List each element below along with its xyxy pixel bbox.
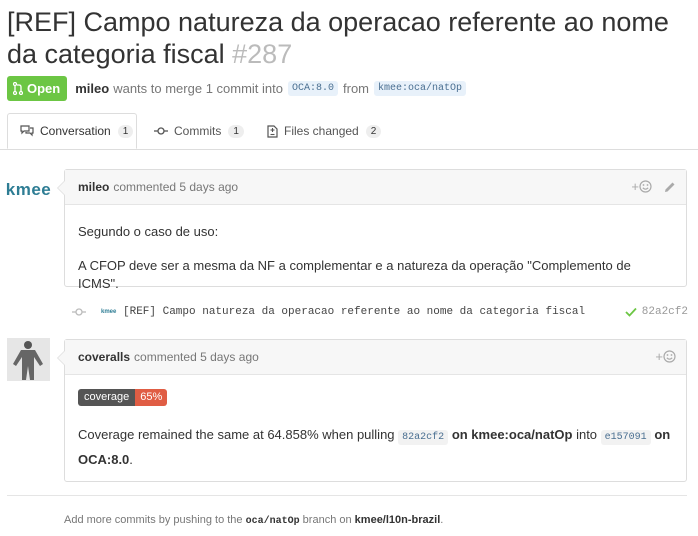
merge-text: wants to merge 1 commit into	[113, 80, 283, 96]
comment-paragraph: A CFOP deve ser a mesma da NF a compleme…	[78, 258, 631, 291]
tab-conversation-label: Conversation	[40, 124, 111, 138]
timeline-divider	[7, 495, 687, 496]
tab-commits-count: 1	[228, 124, 244, 138]
comment-body: Segundo o caso de uso: A CFOP deve ser a…	[65, 223, 686, 293]
comment-card: coveralls commented 5 days ago + coverag…	[57, 339, 687, 482]
file-diff-icon	[267, 124, 278, 138]
comment-actions: +	[631, 179, 676, 194]
tab-files-changed[interactable]: Files changed 2	[267, 113, 382, 149]
tab-commits-label: Commits	[174, 124, 222, 138]
pr-author-link[interactable]: mileo	[75, 81, 109, 96]
pr-tabs: Conversation 1 Commits 1 Files changed 2	[0, 113, 698, 150]
state-badge: Open	[7, 75, 68, 101]
commit-author-avatar[interactable]: kmee	[101, 309, 117, 315]
from-text: from	[343, 80, 370, 96]
pr-meta: Open mileo wants to merge 1 commit into …	[7, 75, 471, 101]
coverage-badge[interactable]: coverage 65%	[78, 389, 168, 406]
footer-branch: oca/natOp	[245, 516, 300, 527]
git-commit-icon	[72, 308, 86, 316]
comment-actions: +	[655, 349, 676, 364]
commit-sha-link[interactable]: 82a2cf2	[642, 306, 688, 318]
coverage-base-branch: OCA:8.0	[78, 452, 130, 467]
tab-commits[interactable]: Commits 1	[154, 113, 244, 149]
footer-note: Add more commits by pushing to the oca/n…	[64, 514, 443, 527]
tab-files-changed-label: Files changed	[284, 124, 359, 138]
tab-files-changed-count: 2	[365, 124, 382, 138]
pencil-icon[interactable]	[664, 181, 676, 193]
tab-conversation[interactable]: Conversation 1	[7, 113, 137, 149]
comment-timestamp: commented 5 days ago	[113, 180, 239, 194]
pr-title-text: [REF] Campo natureza da operacao referen…	[7, 7, 669, 69]
git-commit-icon	[154, 127, 168, 135]
footer-middle: branch on	[302, 514, 352, 526]
comment-discussion-icon	[20, 125, 34, 137]
comment-author-link[interactable]: coveralls	[78, 350, 130, 364]
base-branch[interactable]: OCA:8.0	[288, 80, 339, 96]
tab-conversation-count: 1	[117, 124, 134, 138]
head-branch[interactable]: kmee:oca/natOp	[374, 80, 467, 96]
coverage-badge-value: 65%	[135, 389, 168, 406]
coverage-into-text: into	[576, 427, 598, 442]
smiley-icon	[639, 180, 652, 193]
coveralls-avatar-figure	[7, 338, 50, 381]
comment-timestamp: commented 5 days ago	[134, 350, 259, 364]
state-label: Open	[27, 80, 61, 96]
commit-event: kmee [REF] Campo natureza da operacao re…	[70, 301, 688, 323]
pr-title: [REF] Campo natureza da operacao referen…	[7, 6, 697, 70]
comment-header: mileo commented 5 days ago +	[65, 170, 686, 205]
coverage-head-branch: on kmee:oca/natOp	[451, 427, 573, 442]
check-icon	[625, 307, 637, 317]
commit-sha-link[interactable]: 82a2cf2	[398, 430, 449, 445]
footer-suffix: .	[440, 514, 444, 526]
coverage-text: Coverage remained the same at 64.858% wh…	[78, 424, 673, 471]
commit-sha-link[interactable]: e157091	[600, 430, 651, 445]
coverage-text-before: Coverage remained the same at 64.858% wh…	[78, 427, 395, 442]
comment-paragraph: Segundo o caso de uso:	[78, 224, 219, 239]
add-reaction-button[interactable]: +	[655, 349, 676, 364]
avatar[interactable]: kmee	[5, 168, 52, 211]
plus-icon: +	[655, 349, 663, 364]
plus-icon: +	[631, 179, 639, 194]
coverage-badge-label: coverage	[78, 389, 136, 406]
git-pull-request-icon	[13, 81, 23, 95]
commit-message-link[interactable]: [REF] Campo natureza da operacao referen…	[123, 306, 585, 318]
add-reaction-button[interactable]: +	[631, 179, 652, 194]
avatar[interactable]	[7, 338, 50, 381]
pr-number: #287	[232, 39, 293, 69]
footer-repo: kmee/l10n-brazil	[354, 514, 441, 526]
footer-prefix: Add more commits by pushing to the	[64, 514, 243, 526]
smiley-icon	[663, 350, 676, 363]
comment-body: coverage 65% Coverage remained the same …	[65, 375, 686, 471]
comment-card: mileo commented 5 days ago + Segundo o c…	[57, 169, 687, 291]
coverage-period: .	[129, 452, 133, 467]
coverage-on-text: on	[654, 427, 671, 442]
kmee-logo: kmee	[5, 179, 52, 199]
comment-header: coveralls commented 5 days ago +	[65, 340, 686, 375]
comment-author-link[interactable]: mileo	[78, 180, 109, 194]
